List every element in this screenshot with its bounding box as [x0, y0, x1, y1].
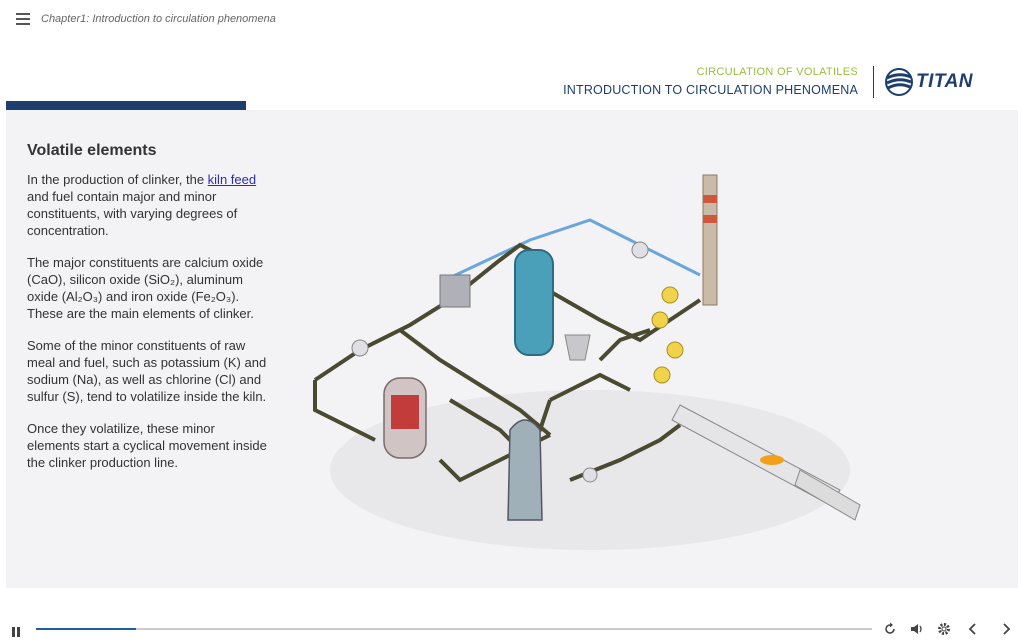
paragraph-1: In the production of clinker, the kiln f… [27, 171, 267, 239]
replay-icon[interactable] [883, 622, 897, 636]
mill-interior [391, 395, 419, 429]
progress-fill [36, 628, 137, 630]
kiln-flame [760, 455, 784, 465]
kiln-feed-link[interactable]: kiln feed [208, 172, 256, 187]
volume-icon[interactable] [910, 622, 924, 636]
fan-1 [351, 339, 369, 357]
chimney [702, 174, 718, 306]
filter-unit [439, 274, 471, 308]
settings-icon[interactable] [937, 622, 951, 636]
course-header: CIRCULATION OF VOLATILES INTRODUCTION TO… [563, 66, 858, 97]
next-icon[interactable] [999, 622, 1013, 636]
clinker-production-illustration [313, 174, 861, 550]
paragraph-3: Some of the minor constituents of raw me… [27, 338, 267, 404]
top-bar: Chapter1: Introduction to circulation ph… [0, 0, 1024, 40]
slide-heading: Volatile elements [27, 142, 157, 159]
prev-icon[interactable] [966, 622, 980, 636]
header-divider [873, 66, 874, 98]
accent-bar [6, 101, 246, 110]
storage-silo [514, 249, 554, 356]
pause-icon[interactable] [12, 624, 22, 637]
cyclone [564, 334, 591, 361]
cooling-tower [507, 419, 543, 521]
logo-text: TITAN [916, 71, 974, 92]
slide-text: Volatile elements In the production of c… [27, 142, 267, 486]
course-subtitle: CIRCULATION OF VOLATILES [696, 66, 858, 78]
progress-track[interactable] [36, 628, 872, 630]
breadcrumb: Chapter1: Introduction to circulation ph… [41, 13, 276, 25]
preheater-cyclones [651, 286, 684, 384]
fan-3 [582, 467, 598, 483]
paragraph-1-start: In the production of clinker, the [27, 172, 208, 187]
menu-icon[interactable] [16, 13, 30, 25]
player-controls [0, 616, 1024, 642]
paragraph-4: Once they volatilize, these minor elemen… [27, 421, 267, 470]
titan-logo: TITAN [884, 66, 973, 98]
course-title: INTRODUCTION TO CIRCULATION PHENOMENA [563, 83, 858, 97]
fan-2 [631, 241, 649, 259]
paragraph-2: The major constituents are calcium oxide… [27, 255, 264, 321]
titan-logo-icon [885, 68, 913, 96]
paragraph-1-end: and fuel contain major and minor constit… [27, 189, 238, 238]
